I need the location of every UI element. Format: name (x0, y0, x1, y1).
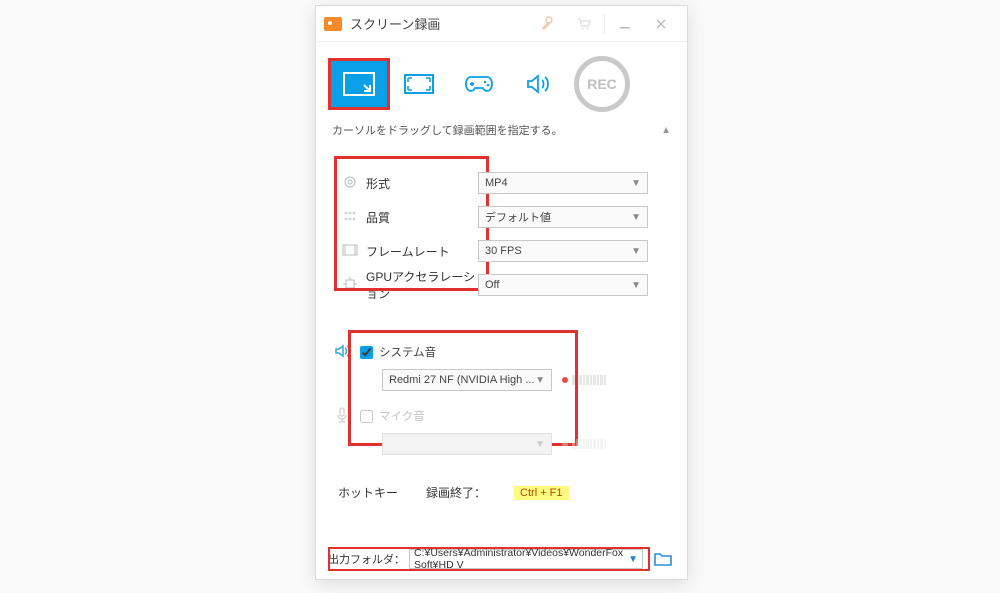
mode-fullscreen[interactable] (390, 60, 448, 108)
chevron-down-icon: ▼ (535, 439, 545, 450)
chevron-down-icon: ▼ (631, 212, 641, 223)
mic-audio-row: マイク音 (334, 404, 669, 428)
fps-select[interactable]: 30 FPS ▼ (478, 240, 648, 262)
hotkey-badge: Ctrl + F1 (514, 486, 568, 500)
mic-device-select[interactable]: ▼ (382, 433, 552, 455)
format-select[interactable]: MP4 ▼ (478, 172, 648, 194)
level-meter (562, 439, 606, 449)
record-dot-icon (562, 377, 568, 383)
open-folder-button[interactable] (651, 549, 675, 569)
quality-select[interactable]: デフォルト値 ▼ (478, 206, 648, 228)
cart-icon[interactable] (566, 9, 602, 39)
record-label: REC (587, 76, 617, 92)
chevron-down-icon: ▼ (628, 554, 638, 565)
chevron-down-icon: ▼ (631, 246, 641, 257)
hint-text: カーソルをドラッグして録画範囲を指定する。 (332, 122, 563, 138)
mode-audio[interactable] (510, 60, 568, 108)
quality-icon (340, 208, 360, 227)
mic-device-row: ▼ (334, 432, 669, 456)
hotkey-row: ホットキー 録画終了： Ctrl + F1 (338, 484, 665, 501)
hotkey-stop-label: 録画終了： (426, 484, 486, 501)
collapse-icon[interactable]: ▲ (661, 125, 671, 136)
app-icon (324, 17, 342, 31)
audio-block: システム音 Redmi 27 NF (NVIDIA High ... ▼ マイク… (334, 334, 669, 466)
system-audio-label: システム音 (379, 344, 436, 360)
record-dot-icon (562, 441, 568, 447)
output-label: 出力フォルダ： (328, 551, 405, 567)
app-window: スクリーン録画 (315, 5, 688, 580)
chevron-down-icon: ▼ (631, 178, 641, 189)
system-device-row: Redmi 27 NF (NVIDIA High ... ▼ (334, 368, 669, 392)
settings-block: 形式 MP4 ▼ 品質 デフォルト値 ▼ フレームレート 30 FPS ▼ (334, 158, 669, 316)
setting-label: 形式 (360, 175, 478, 192)
setting-label: フレームレート (360, 243, 478, 260)
gear-icon (340, 174, 360, 193)
chip-icon (340, 276, 360, 295)
titlebar: スクリーン録画 (316, 6, 687, 42)
mode-toolbar: REC (316, 42, 687, 118)
key-icon[interactable] (530, 9, 566, 39)
setting-label: GPUアクセラレーション (360, 268, 478, 302)
speaker-icon (525, 72, 553, 96)
mode-game[interactable] (450, 60, 508, 108)
record-button[interactable]: REC (574, 56, 630, 112)
level-meter (562, 375, 606, 385)
setting-row-format: 形式 MP4 ▼ (334, 168, 669, 198)
hotkey-label: ホットキー (338, 484, 398, 501)
mic-audio-label: マイク音 (379, 408, 425, 424)
region-icon (342, 71, 376, 97)
gpu-select[interactable]: Off ▼ (478, 274, 648, 296)
setting-row-quality: 品質 デフォルト値 ▼ (334, 202, 669, 232)
gamepad-icon (463, 73, 495, 95)
system-audio-row: システム音 (334, 340, 669, 364)
mic-icon (334, 406, 356, 427)
system-audio-checkbox[interactable] (360, 346, 373, 359)
window-title: スクリーン録画 (350, 14, 440, 33)
chevron-down-icon: ▼ (631, 280, 641, 291)
fullscreen-icon (402, 72, 436, 96)
chevron-down-icon: ▼ (535, 375, 545, 386)
setting-row-gpu: GPUアクセラレーション Off ▼ (334, 270, 669, 300)
setting-label: 品質 (360, 209, 478, 226)
mic-audio-checkbox[interactable] (360, 410, 373, 423)
output-path-field[interactable]: C:¥Users¥Administrator¥Videos¥WonderFox … (409, 549, 643, 569)
output-row: 出力フォルダ： C:¥Users¥Administrator¥Videos¥Wo… (316, 549, 687, 569)
system-device-select[interactable]: Redmi 27 NF (NVIDIA High ... ▼ (382, 369, 552, 391)
speaker-icon (334, 343, 356, 362)
setting-row-fps: フレームレート 30 FPS ▼ (334, 236, 669, 266)
close-button[interactable] (643, 9, 679, 39)
mode-region[interactable] (330, 60, 388, 108)
film-icon (340, 244, 360, 259)
hint-row: カーソルをドラッグして録画範囲を指定する。 ▲ (316, 118, 687, 144)
minimize-button[interactable] (607, 9, 643, 39)
